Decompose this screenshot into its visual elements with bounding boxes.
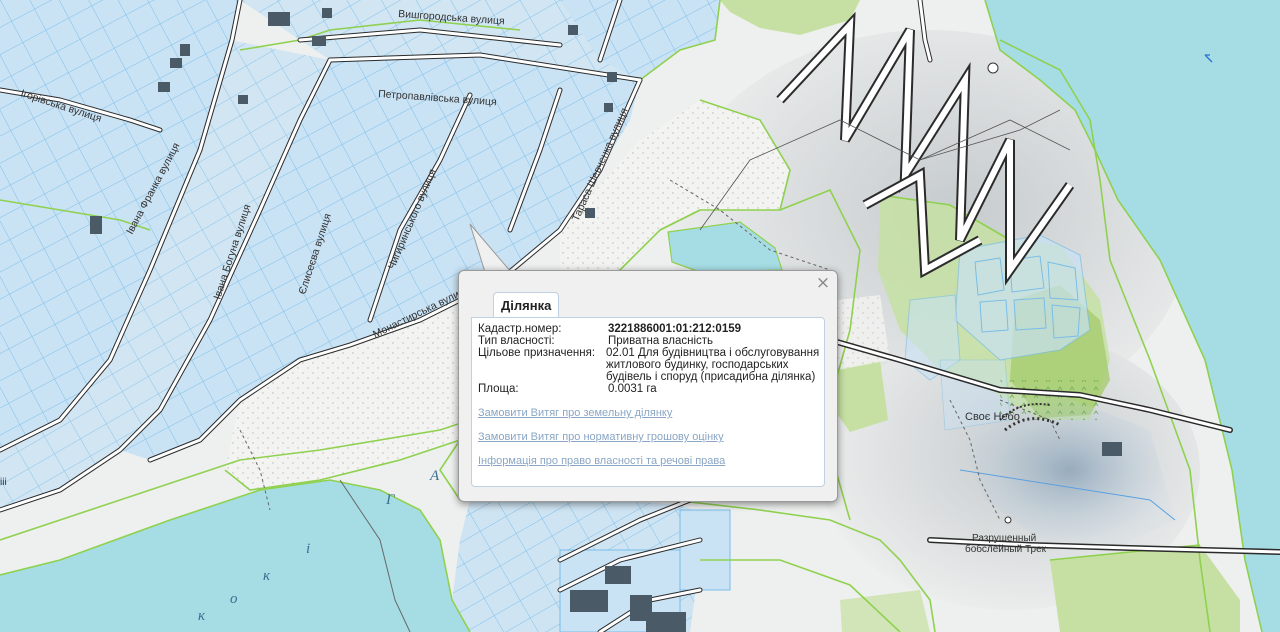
water-label-a: А bbox=[429, 468, 440, 484]
edge-label: ііі bbox=[0, 477, 7, 488]
poi-label-track-1: Разрушенный bbox=[972, 533, 1036, 544]
purpose-label: Цільове призначення: bbox=[478, 347, 596, 359]
water-label-i: і bbox=[306, 541, 310, 557]
ownership-label: Тип власності: bbox=[478, 335, 555, 347]
water-label-g: Г bbox=[385, 492, 396, 508]
poi-label-svoie-nebo: Своє Небо bbox=[965, 411, 1020, 423]
tab-parcel[interactable]: Ділянка bbox=[493, 292, 560, 317]
order-land-extract-link[interactable]: Замовити Витяг про земельну ділянку bbox=[478, 407, 672, 419]
ownership-value: Приватна власність bbox=[608, 335, 714, 347]
close-icon[interactable]: × bbox=[815, 275, 831, 292]
order-valuation-extract-link[interactable]: Замовити Витяг про нормативну грошову оц… bbox=[478, 431, 724, 443]
cadastral-number-value: 3221886001:01:212:0159 bbox=[608, 323, 742, 335]
area-label: Площа: bbox=[478, 383, 519, 395]
area-value: 0.0031 га bbox=[608, 383, 657, 395]
water-label-ko: к bbox=[263, 568, 271, 584]
poi-marker-icon bbox=[987, 62, 999, 74]
parcel-info-popup: × Ділянка Кадастр.номер: 3221886001:01:2… bbox=[458, 270, 838, 502]
water-label-k2: к bbox=[198, 608, 206, 624]
ownership-info-link[interactable]: Інформація про право власності та речові… bbox=[478, 455, 725, 467]
poi-label-track-2: бобслейный Трек bbox=[965, 543, 1047, 555]
water-label-o: о bbox=[230, 591, 238, 607]
parcel-details: Кадастр.номер: 3221886001:01:212:0159 Ти… bbox=[471, 317, 825, 487]
poi-ring-icon bbox=[1004, 516, 1012, 524]
purpose-value: 02.01 Для будівництва і обслуговування ж… bbox=[606, 347, 820, 383]
cadastral-number-label: Кадастр.номер: bbox=[478, 323, 562, 335]
popup-pointer bbox=[469, 223, 516, 274]
